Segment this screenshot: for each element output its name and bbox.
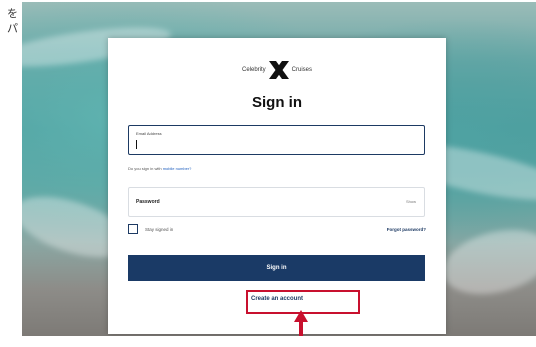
side-text-line-2: パ — [7, 22, 18, 35]
password-field-label: Password — [136, 199, 160, 205]
show-password-button[interactable]: Show — [406, 199, 416, 204]
sign-in-button[interactable]: Sign in — [128, 255, 425, 281]
stay-signed-in-checkbox[interactable] — [128, 224, 138, 234]
wave-foam — [436, 219, 536, 305]
side-text-line-1: を — [7, 7, 18, 20]
mobile-number-hint: Do you sign in with mobile number? — [128, 166, 191, 171]
mobile-number-link[interactable]: mobile number? — [163, 166, 192, 171]
hint-text: Do you sign in with — [128, 166, 162, 171]
forgot-password-link[interactable]: Forgot password? — [387, 227, 426, 232]
arrow-up-icon — [294, 310, 308, 336]
email-field[interactable]: Email Address — [128, 125, 425, 155]
brand-logo: Celebrity Cruises — [108, 61, 446, 79]
celebrity-x-logo-icon — [268, 61, 290, 79]
page-title: Sign in — [252, 94, 302, 111]
side-text: を パ — [0, 6, 18, 36]
text-caret — [136, 140, 137, 149]
screenshot-frame: Celebrity Cruises Sign in Email Address … — [22, 2, 536, 336]
stay-signed-in[interactable]: Stay signed in — [128, 224, 173, 234]
password-field[interactable]: Password Show — [128, 187, 425, 217]
stay-signed-in-label: Stay signed in — [145, 226, 174, 232]
logo-text-right: Cruises — [291, 67, 313, 73]
logo-text-left: Celebrity — [241, 67, 266, 73]
email-field-label: Email Address — [136, 131, 162, 136]
